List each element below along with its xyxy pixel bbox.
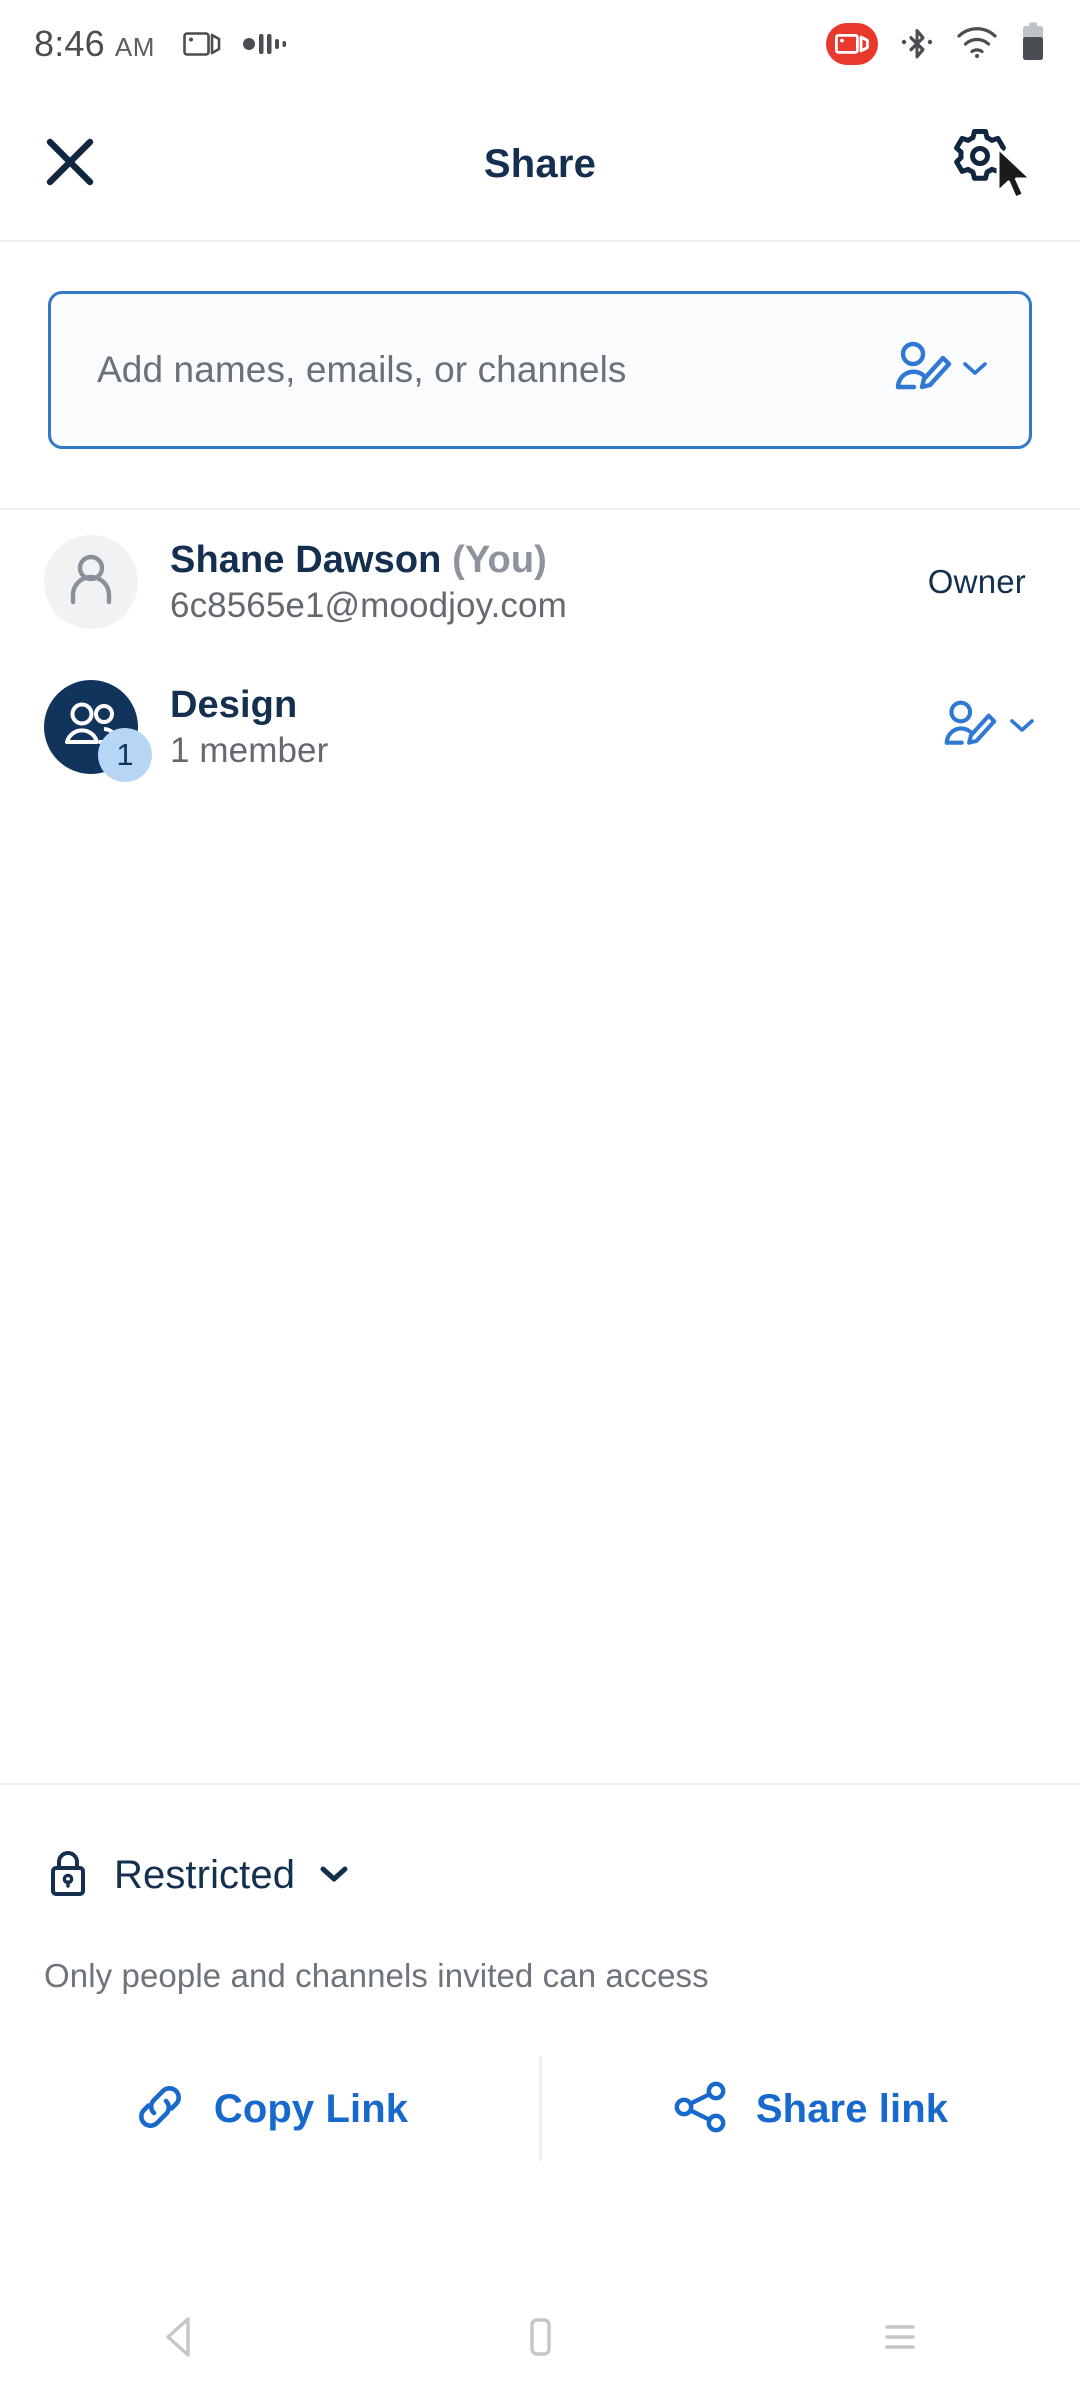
mouse-cursor-icon xyxy=(994,146,1040,211)
android-navigation-bar xyxy=(0,2278,1080,2400)
settings-button[interactable] xyxy=(948,124,1038,204)
chevron-down-icon xyxy=(1008,715,1036,740)
list-item[interactable]: 1 Design 1 member xyxy=(0,654,1080,800)
access-level-description: Only people and channels invited can acc… xyxy=(44,1957,709,1994)
member-count-badge: 1 xyxy=(98,728,152,782)
link-icon xyxy=(132,2079,188,2140)
person-email: 6c8565e1@moodjoy.com xyxy=(170,585,567,625)
share-link-button[interactable]: Share link xyxy=(540,2053,1080,2165)
screen-recording-badge-icon xyxy=(826,23,878,65)
bluetooth-icon xyxy=(900,21,934,68)
person-edit-icon xyxy=(942,698,1000,757)
access-level-label: Restricted xyxy=(114,1853,296,1897)
audio-levels-icon xyxy=(242,31,287,62)
list-item-text: Shane Dawson (You) 6c8565e1@moodjoy.com xyxy=(170,539,928,626)
list-item-text: Design 1 member xyxy=(170,684,942,771)
actions-divider xyxy=(539,2057,542,2161)
share-nodes-icon xyxy=(672,2079,730,2140)
list-item[interactable]: Shane Dawson (You) 6c8565e1@moodjoy.com … xyxy=(0,510,1080,654)
lock-icon xyxy=(44,1846,92,1905)
avatar: 1 xyxy=(44,680,152,782)
share-footer: Restricted Only people and channels invi… xyxy=(0,1784,1080,2165)
person-icon xyxy=(65,552,117,613)
shared-with-list: Shane Dawson (You) 6c8565e1@moodjoy.com … xyxy=(0,510,1080,800)
close-button[interactable] xyxy=(42,134,98,195)
avatar xyxy=(44,535,138,629)
permission-control[interactable] xyxy=(942,698,1036,757)
copy-link-button[interactable]: Copy Link xyxy=(0,2053,540,2165)
share-header: Share xyxy=(0,88,1080,240)
page-title: Share xyxy=(483,141,597,186)
share-link-label: Share link xyxy=(755,2086,949,2131)
search-input-placeholder: Add names, emails, or channels xyxy=(97,349,627,390)
list-item-role: Owner xyxy=(928,563,1036,601)
home-button[interactable] xyxy=(465,2289,615,2389)
access-level-selector[interactable]: Restricted xyxy=(0,1784,1080,1905)
battery-icon xyxy=(1020,21,1046,68)
person-you-suffix: (You) xyxy=(452,538,547,581)
channel-member-count: 1 member xyxy=(170,730,329,770)
status-time: 8:46 xyxy=(34,23,105,64)
recents-menu-icon xyxy=(877,2315,923,2364)
list-item-title: Shane Dawson (You) xyxy=(170,539,928,582)
chevron-down-icon xyxy=(961,358,989,383)
recipient-search-section: Add names, emails, or channels xyxy=(0,240,1080,500)
status-time-ampm: AM xyxy=(114,32,155,62)
role-label: Owner xyxy=(927,563,1026,600)
screen-record-icon xyxy=(183,29,221,64)
back-button[interactable] xyxy=(105,2289,255,2389)
person-edit-icon xyxy=(893,339,955,402)
status-bar: 8:46 AM xyxy=(0,0,1080,88)
default-permission-control[interactable] xyxy=(893,339,989,402)
recents-button[interactable] xyxy=(825,2289,975,2389)
home-square-icon xyxy=(518,2313,562,2366)
channel-name: Design xyxy=(170,683,298,726)
footer-actions: Copy Link Share link xyxy=(0,2053,1080,2165)
search-input[interactable]: Add names, emails, or channels xyxy=(48,291,1032,449)
status-bar-left: 8:46 AM xyxy=(34,23,287,65)
back-triangle-icon xyxy=(158,2313,202,2366)
status-bar-right-icons xyxy=(826,21,1046,68)
wifi-icon xyxy=(956,25,998,64)
copy-link-label: Copy Link xyxy=(213,2086,409,2131)
chevron-down-icon xyxy=(317,1861,351,1890)
status-bar-left-icons xyxy=(183,29,287,64)
close-icon xyxy=(42,134,98,195)
person-name: Shane Dawson xyxy=(170,538,442,581)
